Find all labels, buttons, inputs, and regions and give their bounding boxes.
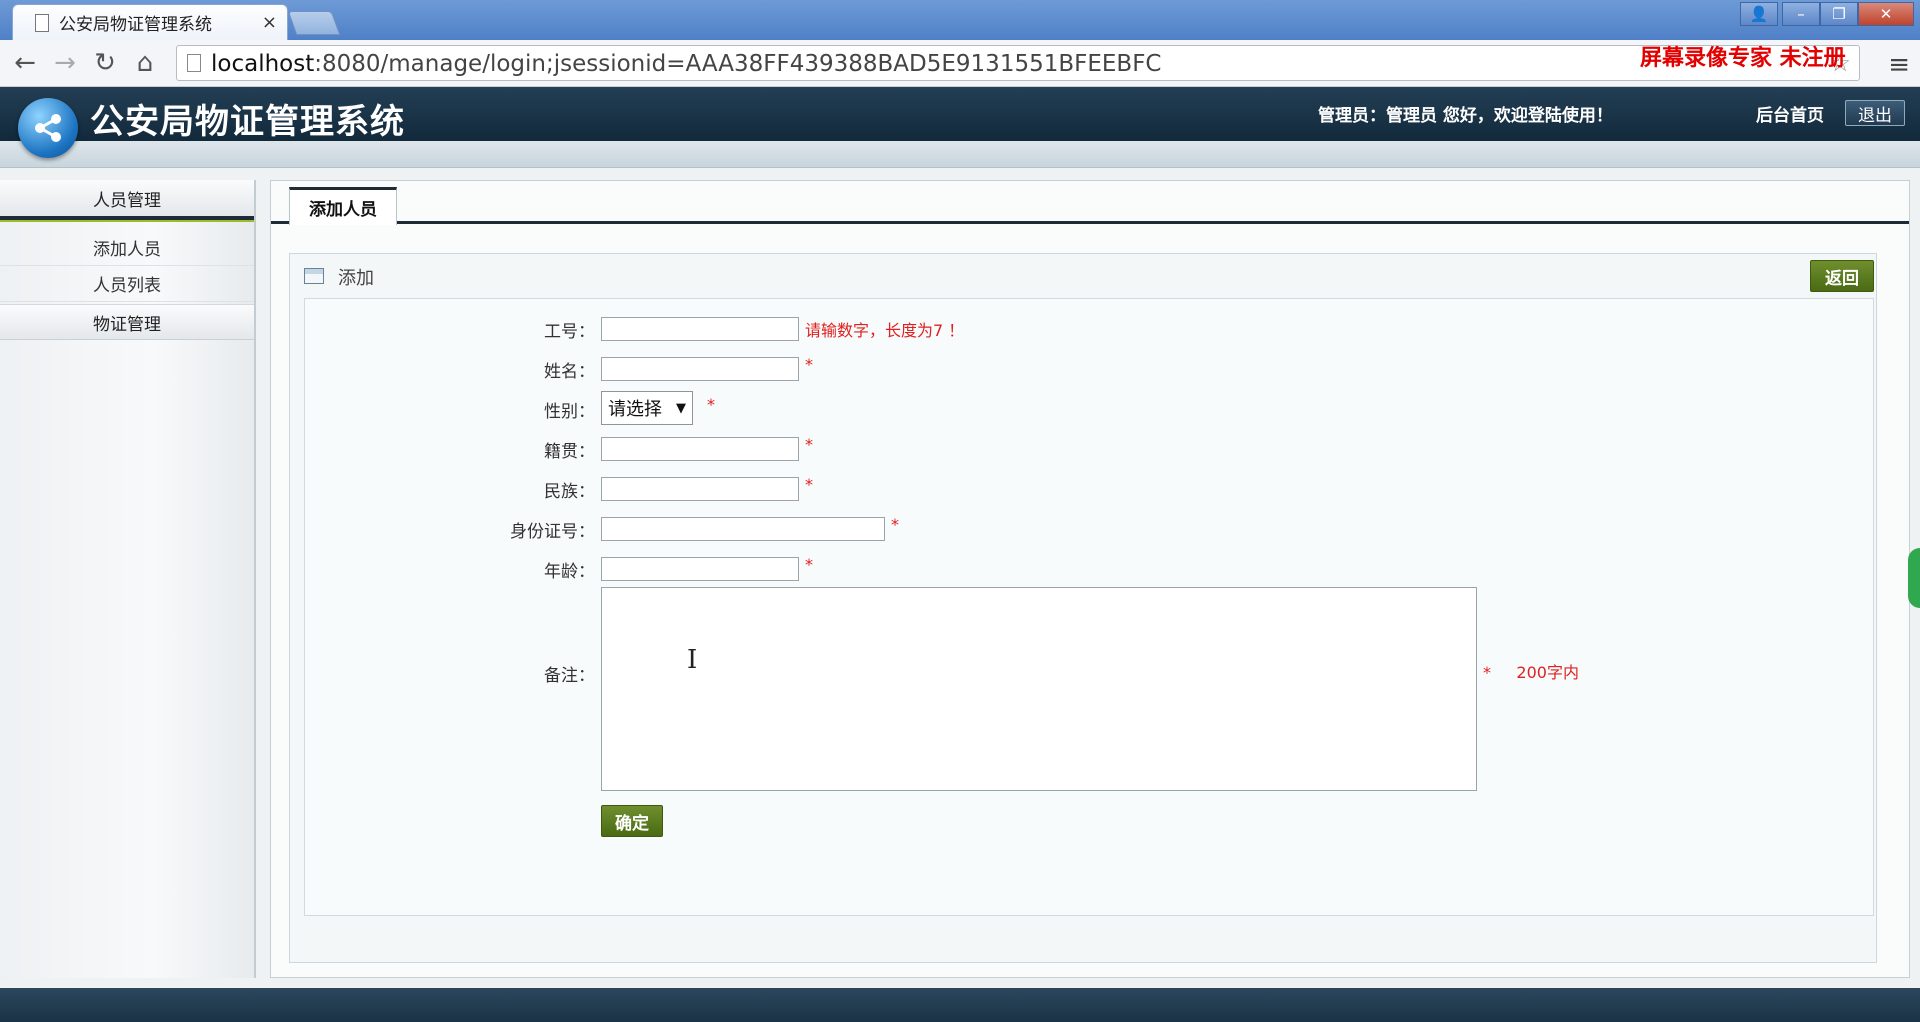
age-required-mark: * [805,555,813,574]
native-place-required-mark: * [805,435,813,454]
tab-add-person[interactable]: 添加人员 [289,187,397,225]
submit-button[interactable]: 确定 [601,805,663,837]
sidebar-item-person-list[interactable]: 人员列表 [0,266,254,302]
sidebar-item-add-person[interactable]: 添加人员 [0,230,254,266]
restore-button[interactable]: ❐ [1820,2,1858,26]
window-close-button[interactable]: ✕ [1858,2,1914,26]
native-place-label: 籍贯： [544,442,595,462]
user-icon[interactable]: 👤 [1740,2,1778,26]
minimize-button[interactable]: – [1782,2,1820,26]
admin-home-link[interactable]: 后台首页 [1756,101,1824,126]
app-title: 公安局物证管理系统 [90,102,405,142]
gender-select[interactable]: 请选择 ▼ [601,391,693,425]
gender-label: 性别： [544,402,595,422]
browser-menu-icon[interactable]: ≡ [1888,50,1910,80]
gender-required-mark: * [707,395,715,414]
job-no-label: 工号： [544,322,595,342]
remark-hint: * 200字内 [1483,663,1579,682]
gender-selected-value: 请选择 [608,399,662,420]
form-panel: 添加 返回 工号： 请输数字，长度为7 ！ 姓名： * 性别： 请选择 ▼ * … [289,253,1877,963]
browser-titlebar: 公安局物证管理系统 × 👤 – ❐ ✕ [0,0,1920,40]
ethnicity-required-mark: * [805,475,813,494]
url-host: localhost [211,51,315,77]
name-label: 姓名： [544,362,595,382]
age-label: 年龄： [544,562,595,582]
id-number-required-mark: * [891,515,899,534]
new-tab-button[interactable] [287,11,341,35]
browser-tab-title: 公安局物证管理系统 [59,15,212,35]
page-icon [35,13,49,32]
job-no-hint: 请输数字，长度为7 ！ [805,321,965,340]
sidebar-section-personnel[interactable]: 人员管理 [0,180,254,222]
back-arrow-icon[interactable]: ← [10,48,40,78]
page-info-icon [187,54,201,72]
home-icon[interactable]: ⌂ [130,48,160,78]
reload-icon[interactable]: ↻ [90,48,120,78]
welcome-message: 管理员：管理员 您好，欢迎登陆使用！ [1318,106,1613,126]
side-float-tab[interactable] [1908,548,1920,608]
id-number-label: 身份证号： [510,522,595,542]
native-place-input[interactable] [601,437,799,461]
recorder-watermark: 屏幕录像专家 未注册 [1640,45,1846,71]
logout-button[interactable]: 退出 [1845,100,1905,126]
name-input[interactable] [601,357,799,381]
tab-underline [271,221,1909,224]
ethnicity-input[interactable] [601,477,799,501]
remark-label: 备注： [544,666,595,686]
share-logo-icon [18,98,78,158]
app-footer [0,988,1920,1022]
form-window-icon [304,268,324,284]
back-button[interactable]: 返回 [1810,260,1874,292]
main-content: 添加人员 添加 返回 工号： 请输数字，长度为7 ！ 姓名： * 性别： 请选择… [270,180,1910,978]
ethnicity-label: 民族： [544,482,595,502]
remark-textarea[interactable] [601,587,1477,791]
browser-toolbar: ← → ↻ ⌂ localhost:8080/manage/login;jses… [0,40,1920,87]
age-input[interactable] [601,557,799,581]
close-icon[interactable]: × [262,12,277,33]
app-header-strip [0,141,1920,168]
add-person-form: 工号： 请输数字，长度为7 ！ 姓名： * 性别： 请选择 ▼ * 籍贯： * … [304,298,1874,916]
panel-title: 添加 [338,268,374,289]
address-bar[interactable]: localhost:8080/manage/login;jsessionid=A… [176,45,1860,81]
browser-tab-active[interactable]: 公安局物证管理系统 × [12,4,288,40]
job-no-input[interactable] [601,317,799,341]
sidebar-section-evidence[interactable]: 物证管理 [0,304,254,340]
chevron-down-icon: ▼ [676,400,686,416]
text-cursor-icon: I [687,645,698,675]
sidebar: 人员管理 添加人员 人员列表 物证管理 [0,180,256,978]
name-required-mark: * [805,355,813,374]
url-path: :8080/manage/login;jsessionid=AAA38FF439… [314,51,1162,77]
forward-arrow-icon[interactable]: → [50,48,80,78]
address-url: localhost:8080/manage/login;jsessionid=A… [211,51,1162,77]
id-number-input[interactable] [601,517,885,541]
